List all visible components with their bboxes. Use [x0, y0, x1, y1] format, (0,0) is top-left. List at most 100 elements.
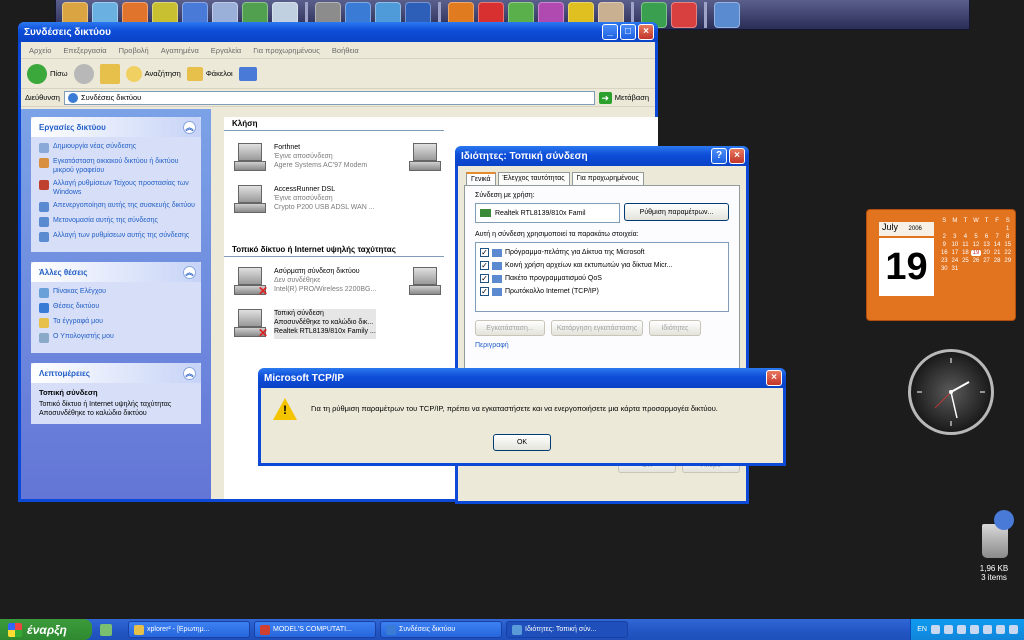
- other-places-header[interactable]: Άλλες θέσεις ︽: [31, 262, 201, 282]
- install-button[interactable]: Εγκατάσταση...: [475, 320, 545, 336]
- close-button[interactable]: ×: [766, 370, 782, 386]
- menu-help[interactable]: Βοήθεια: [332, 46, 359, 55]
- folders-button[interactable]: Φάκελοι: [186, 66, 233, 81]
- close-button[interactable]: ×: [729, 148, 745, 164]
- task-change-settings[interactable]: Αλλαγή των ρυθμίσεων αυτής της σύνδεσης: [39, 231, 195, 242]
- details-header[interactable]: Λεπτομέρειες ︽: [31, 363, 201, 383]
- taskbar-task-properties[interactable]: Ιδιότητες: Τοπική σύν...: [506, 621, 628, 638]
- connection-extra-dialup[interactable]: [409, 143, 443, 173]
- back-button[interactable]: Πίσω: [27, 63, 68, 84]
- menu-view[interactable]: Προβολή: [119, 46, 149, 55]
- uninstall-button[interactable]: Κατάργηση εγκατάστασης: [551, 320, 643, 336]
- network-tasks-header[interactable]: Εργασίες δικτύου ︽: [31, 117, 201, 137]
- calendar-date[interactable]: 2: [939, 234, 950, 240]
- task-home-network[interactable]: Εγκατάσταση οικιακού δικτύου ή δικτύου μ…: [39, 157, 195, 175]
- calendar-gadget[interactable]: July 2006 19 S M T W T F S 1 2 3 4 5 6 7 8 9 10 11 12 13 14 1…: [866, 209, 1016, 321]
- calendar-date[interactable]: 14: [992, 242, 1003, 248]
- menu-tools[interactable]: Εργαλεία: [211, 46, 241, 55]
- dock-app-icon[interactable]: [671, 1, 697, 28]
- checkbox[interactable]: ✓: [480, 274, 489, 283]
- calendar-date[interactable]: 8: [1002, 234, 1013, 240]
- checkbox[interactable]: ✓: [480, 248, 489, 257]
- menu-favorites[interactable]: Αγαπημένα: [161, 46, 199, 55]
- calendar-date[interactable]: 27: [981, 258, 992, 264]
- calendar-date[interactable]: 26: [971, 258, 982, 264]
- calendar-date[interactable]: 17: [950, 250, 961, 256]
- connection-wireless[interactable]: ✕ Ασύρματη σύνδεση δικτύου Δεν συνδέθηκε…: [234, 267, 376, 297]
- collapse-chevron-icon[interactable]: ︽: [183, 120, 196, 134]
- menu-edit[interactable]: Επεξεργασία: [63, 46, 106, 55]
- calendar-date[interactable]: 10: [950, 242, 961, 248]
- collapse-chevron-icon[interactable]: ︽: [183, 366, 196, 380]
- address-field[interactable]: Συνδέσεις δικτύου: [63, 90, 595, 105]
- dock-app-icon[interactable]: [714, 1, 740, 28]
- tray-icon[interactable]: [983, 625, 992, 634]
- calendar-date[interactable]: 7: [992, 234, 1003, 240]
- calendar-date[interactable]: 21: [992, 250, 1003, 256]
- calendar-date[interactable]: 13: [981, 242, 992, 248]
- clock-gadget[interactable]: [908, 349, 994, 435]
- search-button[interactable]: Αναζήτηση: [125, 65, 181, 82]
- menu-file[interactable]: Αρχείο: [29, 46, 51, 55]
- connection-local[interactable]: ✕ Τοπική σύνδεση Αποσυνδέθηκε το καλώδιο…: [234, 309, 376, 339]
- task-rename-connection[interactable]: Μετονομασία αυτής της σύνδεσης: [39, 216, 195, 227]
- list-item[interactable]: ✓ Κοινή χρήση αρχείων και εκτυπωτών για δ…: [480, 259, 724, 272]
- tray-icon[interactable]: [944, 625, 953, 634]
- tray-icon[interactable]: [970, 625, 979, 634]
- place-control-panel[interactable]: Πίνακας Ελέγχου: [39, 287, 195, 298]
- list-item[interactable]: ✓ Πρωτόκολλο Internet (TCP/IP): [480, 285, 724, 298]
- connection-accessrunner[interactable]: AccessRunner DSL Έγινε αποσύνδεση Crypto…: [234, 185, 375, 215]
- calendar-date[interactable]: 12: [971, 242, 982, 248]
- forward-button[interactable]: [73, 63, 94, 84]
- recycle-bin[interactable]: 1,96 KB 3 items: [964, 510, 1024, 582]
- configure-button[interactable]: Ρύθμιση παραμέτρων...: [624, 203, 729, 221]
- calendar-date[interactable]: 16: [939, 250, 950, 256]
- calendar-date[interactable]: 20: [981, 250, 992, 256]
- place-network-places[interactable]: Θέσεις δικτύου: [39, 302, 195, 313]
- calendar-date[interactable]: 5: [971, 234, 982, 240]
- calendar-date[interactable]: 18: [960, 250, 971, 256]
- taskbar-task-network[interactable]: Συνδέσεις δικτύου: [380, 621, 502, 638]
- place-my-computer[interactable]: Ο Υπολογιστής μου: [39, 332, 195, 343]
- up-folder-button[interactable]: [99, 63, 120, 84]
- calendar-date[interactable]: 11: [960, 242, 971, 248]
- task-disable-device[interactable]: Απενεργοποίηση αυτής της συσκευής δικτύο…: [39, 201, 195, 212]
- quicklaunch-icon[interactable]: [100, 623, 112, 636]
- ok-button[interactable]: OK: [493, 434, 551, 451]
- calendar-date[interactable]: 9: [939, 242, 950, 248]
- calendar-date[interactable]: 1: [1002, 226, 1013, 232]
- calendar-date[interactable]: 22: [1002, 250, 1013, 256]
- collapse-chevron-icon[interactable]: ︽: [183, 265, 196, 279]
- list-item[interactable]: ✓ Πακέτο προγραμματισμού QoS: [480, 272, 724, 285]
- calendar-date[interactable]: 25: [960, 258, 971, 264]
- calendar-date[interactable]: 19: [970, 250, 982, 256]
- tab-authentication[interactable]: Έλεγχος ταυτότητας: [497, 172, 570, 185]
- tab-general[interactable]: Γενικά: [466, 172, 496, 185]
- calendar-date[interactable]: 31: [950, 266, 961, 272]
- start-button[interactable]: έναρξη: [0, 619, 92, 640]
- calendar-date[interactable]: 24: [950, 258, 961, 264]
- explorer-titlebar[interactable]: Συνδέσεις δικτύου _ □ ×: [18, 22, 658, 42]
- calendar-date[interactable]: 6: [981, 234, 992, 240]
- message-titlebar[interactable]: Microsoft TCP/IP ×: [258, 368, 786, 388]
- calendar-date[interactable]: 29: [1002, 258, 1013, 264]
- calendar-date[interactable]: 30: [939, 266, 950, 272]
- minimize-button[interactable]: _: [602, 24, 618, 40]
- close-button[interactable]: ×: [638, 24, 654, 40]
- tray-icon[interactable]: [996, 625, 1005, 634]
- tray-icon[interactable]: [931, 625, 940, 634]
- taskbar-task-xplorer[interactable]: xplorer² - [Ερωτημ...: [128, 621, 250, 638]
- task-firewall[interactable]: Αλλαγή ρυθμίσεων Τείχους προστασίας των …: [39, 179, 195, 197]
- connection-extra-lan[interactable]: [409, 267, 443, 297]
- list-item[interactable]: ✓ Πρόγραμμα-πελάτης για Δίκτυα της Micros…: [480, 246, 724, 259]
- task-create-connection[interactable]: Δημιουργία νέας σύνδεσης: [39, 142, 195, 153]
- calendar-date[interactable]: 3: [950, 234, 961, 240]
- help-button[interactable]: ?: [711, 148, 727, 164]
- go-button[interactable]: ➜ Μετάβαση: [598, 91, 655, 104]
- connection-forthnet[interactable]: Forthnet Έγινε αποσύνδεση Agere Systems …: [234, 143, 367, 173]
- properties-button[interactable]: Ιδιότητες: [649, 320, 701, 336]
- calendar-date[interactable]: 15: [1002, 242, 1013, 248]
- calendar-date[interactable]: 28: [992, 258, 1003, 264]
- properties-titlebar[interactable]: Ιδιότητες: Τοπική σύνδεση ? ×: [455, 146, 749, 166]
- place-my-documents[interactable]: Τα έγγραφά μου: [39, 317, 195, 328]
